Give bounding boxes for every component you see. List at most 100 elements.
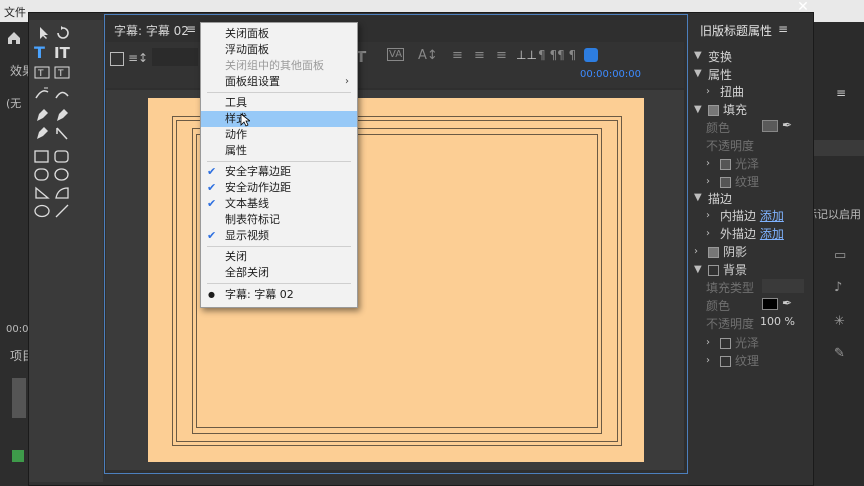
home-icon[interactable] [6,30,22,46]
brush-icon[interactable]: ✎ [834,346,845,361]
shadow-checkbox[interactable] [708,247,719,258]
window-close-icon[interactable]: ✕ [794,0,812,14]
bg-texture-section[interactable]: 纹理 [720,352,759,369]
arc-tool-icon[interactable] [54,186,72,200]
menu-item-title-02[interactable]: ● 字幕: 字幕 02 [201,287,357,303]
eyedropper-icon[interactable]: ✒ [782,118,792,132]
type-tool-icon[interactable]: T [34,45,52,61]
canvas-tab[interactable]: 字幕: 字幕 02 [114,22,189,39]
shadow-section[interactable]: 阴影 [708,243,747,260]
outer-stroke-chevron-icon[interactable]: › [706,228,710,239]
path-type-tool-icon[interactable] [34,86,52,100]
shadow-chevron-icon[interactable]: › [694,246,698,257]
rotate-tool-icon[interactable] [54,26,72,40]
right-panel-menu-icon[interactable]: ≡ [836,86,846,100]
menu-item-text-baselines[interactable]: ✔ 文本基线 [201,196,357,212]
align-right-icon[interactable]: ≡ [496,48,507,63]
bg-texture-checkbox[interactable] [720,356,731,367]
vertical-type-tool-icon[interactable]: IT [54,46,72,61]
timecode[interactable]: 00:00:00:00 [580,69,641,80]
green-icon[interactable] [12,450,24,462]
texture-section[interactable]: 纹理 [720,173,759,190]
background-section[interactable]: 背景 [708,261,747,278]
attributes-section[interactable]: 属性 [708,66,732,83]
new-title-icon[interactable] [110,52,124,66]
strokes-section[interactable]: 描边 [708,190,732,207]
wedge-tool-icon[interactable] [34,186,52,200]
transform-section[interactable]: 变换 [708,48,732,65]
vertical-area-type-tool-icon[interactable]: T [54,66,72,80]
strokes-chevron-icon[interactable]: ▼ [694,192,702,203]
sheen-chevron-icon[interactable]: › [706,158,710,169]
menu-item-styles[interactable]: 样式 [201,111,357,127]
bg-eyedropper-icon[interactable]: ✒ [782,296,792,310]
delete-anchor-tool-icon[interactable] [54,108,72,122]
align-center-icon[interactable]: ≡ [474,48,485,63]
svg-text:T: T [37,69,44,79]
bg-sheen-checkbox[interactable] [720,338,731,349]
sparkle-icon[interactable]: ✳ [834,314,845,329]
ellipse-tool-icon[interactable] [34,204,52,218]
inner-stroke-chevron-icon[interactable]: › [706,210,710,221]
fill-section[interactable]: 填充 [708,101,747,118]
kerning-icon[interactable]: VA [387,48,405,61]
fill-type-dropdown[interactable] [762,279,804,293]
menu-item-close-all[interactable]: 全部关闭 [201,265,357,281]
properties-panel-menu-icon[interactable]: ≡ [778,22,788,36]
background-chevron-icon[interactable]: ▼ [694,264,702,275]
menu-item-float-panel[interactable]: 浮动面板 [201,42,357,58]
selection-tool-icon[interactable] [36,26,54,40]
distort-section[interactable]: 扭曲 [720,83,744,100]
font-family-field[interactable] [152,48,198,66]
fill-chevron-icon[interactable]: ▼ [694,104,702,115]
distort-chevron-icon[interactable]: › [706,86,710,97]
menu-item-safe-action-margin[interactable]: ✔ 安全动作边距 [201,180,357,196]
vertical-path-type-tool-icon[interactable] [54,86,72,100]
sheen-section[interactable]: 光泽 [720,155,759,172]
add-anchor-tool-icon[interactable] [34,126,52,140]
music-icon[interactable]: ♪ [834,280,842,295]
bg-sheen-section[interactable]: 光泽 [720,334,759,351]
attributes-chevron-icon[interactable]: ▼ [694,68,702,79]
line-tool-icon[interactable] [54,204,72,218]
show-video-icon[interactable] [584,48,598,62]
area-type-tool-icon[interactable]: T [34,66,52,80]
file-menu[interactable]: 文件 [4,4,26,20]
speech-icon[interactable]: ▭ [834,248,846,263]
convert-anchor-tool-icon[interactable] [54,126,72,140]
menu-item-actions[interactable]: 动作 [201,127,357,143]
menu-item-tools[interactable]: 工具 [201,95,357,111]
bg-color-swatch[interactable] [762,298,778,310]
paragraph-icons[interactable]: ¶ ¶¶ ¶ [538,48,576,62]
menu-item-close[interactable]: 关闭 [201,249,357,265]
menu-item-safe-title-margin[interactable]: ✔ 安全字幕边距 [201,164,357,180]
rectangle-tool-icon[interactable] [34,150,52,164]
add-outer-stroke-link[interactable]: 添加 [760,227,784,241]
bg-texture-chevron-icon[interactable]: › [706,355,710,366]
add-inner-stroke-link[interactable]: 添加 [760,209,784,223]
fill-checkbox[interactable] [708,105,719,116]
menu-item-panel-group-settings[interactable]: 面板组设置 › [201,74,357,90]
background-checkbox[interactable] [708,265,719,276]
menu-item-tab-markers[interactable]: 制表符标记 [201,212,357,228]
texture-chevron-icon[interactable]: › [706,176,710,187]
menu-item-properties[interactable]: 属性 [201,143,357,159]
menu-item-close-panel[interactable]: 关闭面板 [201,26,357,42]
bg-sheen-chevron-icon[interactable]: › [706,337,710,348]
leading-icon[interactable]: A↕ [418,48,438,63]
menu-separator [207,92,351,93]
canvas-panel-menu-icon[interactable]: ≡ [186,22,196,36]
tab-stops-icon[interactable]: ⊥⊥ [516,48,537,62]
transform-chevron-icon[interactable]: ▼ [694,50,702,61]
align-left-icon[interactable]: ≡ [452,48,463,63]
clipped-corner-rectangle-tool-icon[interactable] [34,168,52,182]
rounded-corner-rectangle-tool-icon[interactable] [54,168,72,182]
rounded-rectangle-tool-icon[interactable] [54,150,72,164]
fill-color-swatch[interactable] [762,120,778,132]
roll-crawl-icon[interactable]: ≡↕ [128,51,148,65]
pen-tool-icon[interactable] [34,108,52,122]
bg-opacity-value[interactable]: 100 % [760,315,795,328]
sheen-checkbox[interactable] [720,159,731,170]
texture-checkbox[interactable] [720,177,731,188]
menu-item-show-video[interactable]: ✔ 显示视频 [201,228,357,244]
